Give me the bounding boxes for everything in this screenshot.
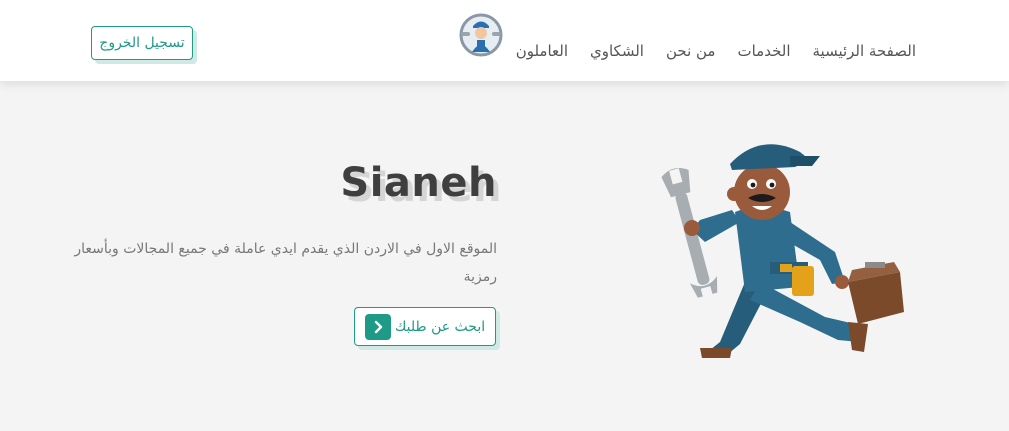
nav-link-complaints[interactable]: الشكاوي: [590, 42, 644, 60]
mechanic-logo-icon[interactable]: [458, 12, 504, 58]
search-request-label: ابحث عن طلبك: [394, 318, 486, 335]
nav-link-services[interactable]: الخدمات: [737, 42, 790, 60]
navbar: الصفحة الرئيسية الخدمات من نحن الشكاوي ا…: [0, 0, 1009, 81]
nav-link-about[interactable]: من نحن: [666, 42, 716, 60]
nav-links: الصفحة الرئيسية الخدمات من نحن الشكاوي ا…: [516, 42, 916, 60]
nav-link-home[interactable]: الصفحة الرئيسية: [813, 42, 917, 60]
worker-illustration: [650, 112, 920, 372]
search-request-button[interactable]: ابحث عن طلبك: [354, 307, 496, 346]
chevron-left-icon: [364, 313, 391, 340]
logout-button[interactable]: تسجيل الخروج: [91, 26, 193, 60]
hero-title: Sianeh: [340, 160, 497, 206]
nav-link-workers[interactable]: العاملون: [516, 42, 568, 60]
hero-description: الموقع الاول في الاردن الذي يقدم ايدي عا…: [74, 241, 497, 285]
